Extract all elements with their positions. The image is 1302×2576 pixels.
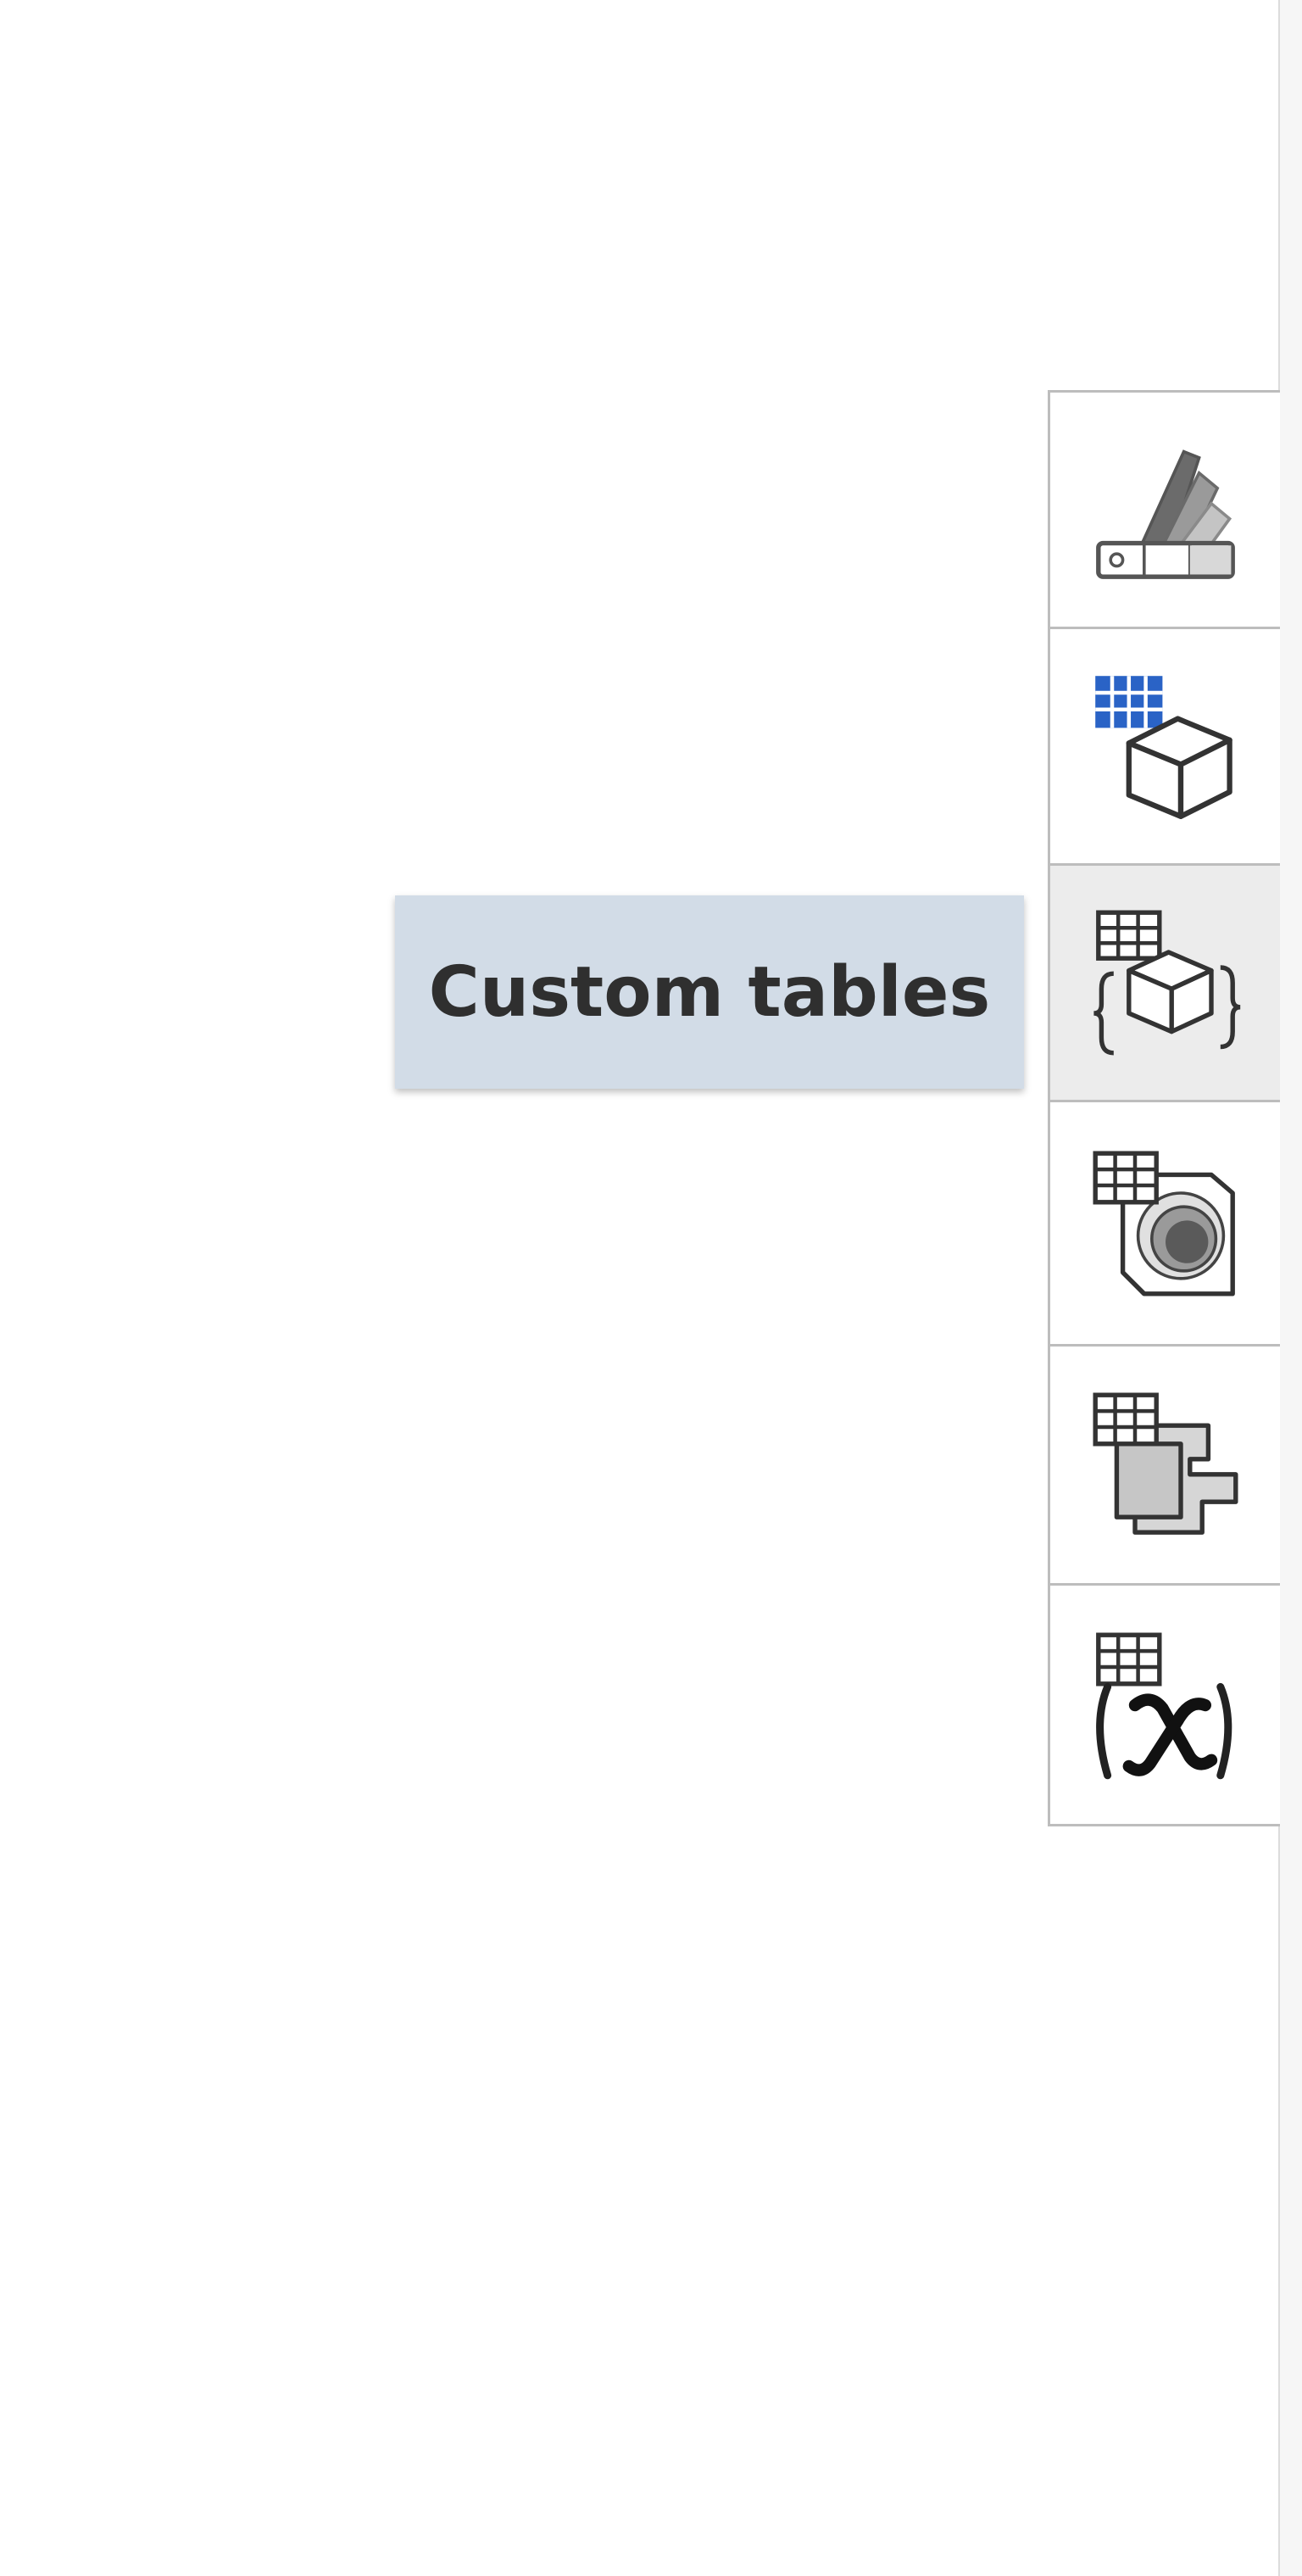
scrollbar-track[interactable] [1278, 0, 1302, 2576]
appearance-swatch-button[interactable] [1050, 393, 1280, 629]
table-function-icon [1095, 1632, 1232, 1779]
configured-table-button[interactable] [1050, 629, 1280, 866]
custom-tables-tooltip: Custom tables [395, 895, 1024, 1089]
sheet-metal-table-button[interactable] [1050, 1347, 1280, 1586]
table-sheet-metal-icon [1093, 1392, 1238, 1535]
tooltip-text: Custom tables [428, 951, 991, 1033]
table-cube-icon [1094, 676, 1232, 819]
hole-table-button[interactable] [1050, 1102, 1280, 1347]
color-swatch-icon [1095, 449, 1235, 579]
table-hole-icon [1093, 1151, 1235, 1296]
page: Custom tables [0, 0, 1302, 2576]
table-cube-braces-icon [1093, 910, 1240, 1056]
function-table-button[interactable] [1050, 1586, 1280, 1824]
right-toolbar [1048, 390, 1280, 1826]
custom-tables-button[interactable] [1050, 866, 1280, 1102]
